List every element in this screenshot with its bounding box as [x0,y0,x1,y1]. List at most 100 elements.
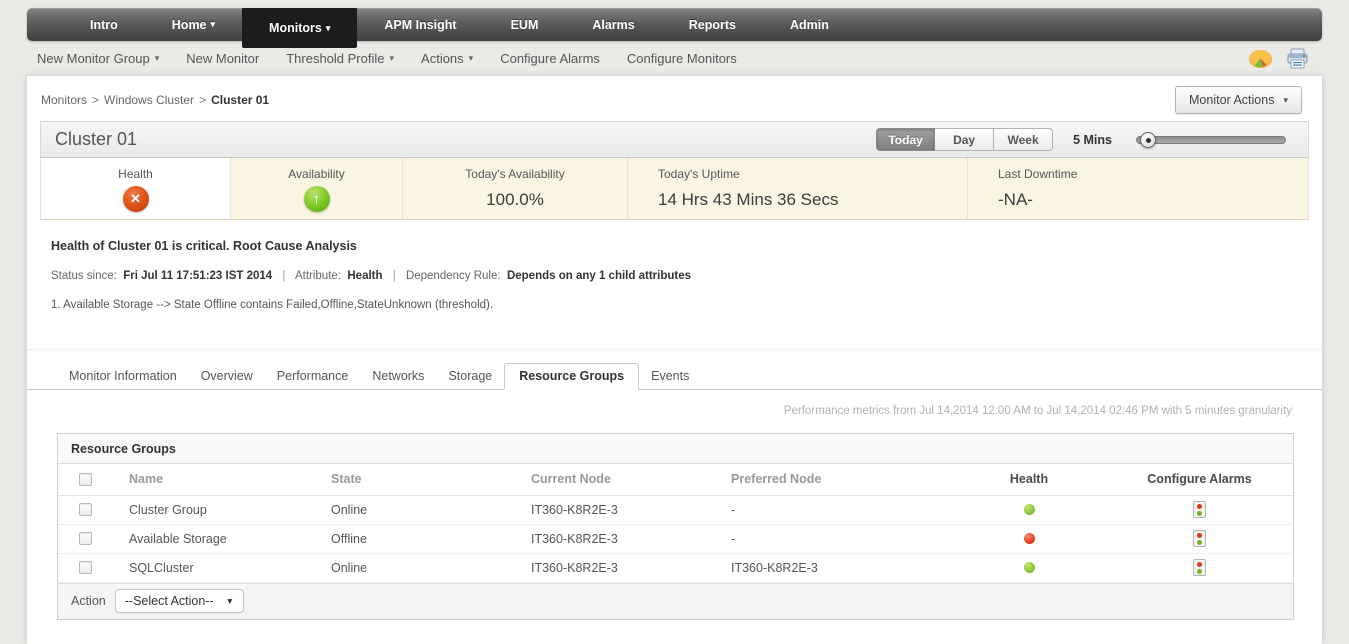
tool-item-label: Configure Monitors [626,51,737,66]
granularity-slider[interactable] [1136,131,1286,148]
monitor-actions-label: Monitor Actions [1189,93,1275,107]
separator: | [282,270,286,282]
stat-todays-availability: Today's Availability 100.0% [403,158,628,219]
row-checkbox[interactable] [79,532,92,545]
configure-alarms-link[interactable]: Configure Alarms [500,51,600,66]
new-monitor-link[interactable]: New Monitor [186,51,259,66]
dependency-rule-label: Dependency Rule: [405,270,501,282]
slider-handle[interactable] [1140,131,1156,148]
monitor-actions-button[interactable]: Monitor Actions ▾ [1175,86,1302,114]
period-button-day[interactable]: Day [935,128,995,151]
health-critical-icon [122,186,149,212]
cluster-header-bar: Cluster 01 Today Day Week 5 Mins [40,121,1309,158]
period-controls: Today Day Week 5 Mins [876,128,1294,151]
breadcrumb: Monitors > Windows Cluster > Cluster 01 [27,76,1322,107]
tab-monitor-information[interactable]: Monitor Information [57,364,189,389]
configure-alarms-icon[interactable] [1193,530,1206,547]
stat-value: 14 Hrs 43 Mins 36 Secs [658,190,839,209]
chevron-down-icon: ▾ [210,19,216,29]
tab-events[interactable]: Events [639,364,701,389]
row-checkbox[interactable] [79,561,92,574]
stat-availability[interactable]: Availability [231,158,403,219]
stat-label: Availability [288,167,345,181]
nav-item-reports[interactable]: Reports [662,8,763,41]
cell-state: Online [329,495,529,525]
nav-item-label: Reports [688,17,736,32]
tool-item-label: Threshold Profile [286,51,385,66]
breadcrumb-link-windows-cluster[interactable]: Windows Cluster [104,93,194,107]
new-monitor-group-menu[interactable]: New Monitor Group ▾ [37,51,159,66]
cell-current-node: IT360-K8R2E-3 [529,495,729,525]
table-row: SQLCluster Online IT360-K8R2E-3 IT360-K8… [58,553,1295,583]
configure-alarms-icon[interactable] [1193,501,1206,518]
row-checkbox[interactable] [79,503,92,516]
status-since-label: Status since: [51,270,117,282]
actions-menu[interactable]: Actions ▾ [421,51,473,66]
breadcrumb-link-monitors[interactable]: Monitors [41,93,87,107]
period-button-week[interactable]: Week [994,128,1054,151]
stat-health[interactable]: Health [41,158,231,219]
page-title: Cluster 01 [55,129,138,149]
stats-strip: Health Availability Today's Availability… [40,158,1309,220]
nav-item-intro[interactable]: Intro [63,8,145,41]
stat-last-downtime: Last Downtime -NA- [968,158,1308,219]
cell-name: SQLCluster [124,553,329,583]
tab-performance[interactable]: Performance [265,364,361,389]
nav-item-admin[interactable]: Admin [763,8,856,41]
stat-label: Today's Uptime [658,167,740,181]
cell-preferred-node: IT360-K8R2E-3 [729,553,954,583]
nav-item-label: Home [171,17,207,32]
granularity-label: 5 Mins [1073,132,1112,147]
nav-item-alarms[interactable]: Alarms [565,8,661,41]
chevron-down-icon: ▾ [154,53,160,63]
column-header-configure-alarms: Configure Alarms [1104,464,1295,496]
pie-chart-icon[interactable] [1248,49,1273,69]
table-row: Available Storage Offline IT360-K8R2E-3 … [58,524,1295,554]
performance-metrics-note: Performance metrics from Jul 14,2014 12:… [783,405,1292,417]
select-all-checkbox[interactable] [79,472,92,486]
caret-down-icon: ▼ [225,596,235,606]
breadcrumb-separator: > [199,93,207,107]
stat-label: Health [118,167,153,181]
top-right-icons [1248,48,1309,70]
tool-item-label: Actions [421,51,464,66]
health-status-dot [1023,562,1035,573]
cell-name: Available Storage [124,524,329,554]
table-row: Cluster Group Online IT360-K8R2E-3 - [58,495,1295,525]
tab-networks[interactable]: Networks [360,364,436,389]
attribute-value: Health [347,270,383,282]
tab-resource-groups[interactable]: Resource Groups [504,363,640,390]
dependency-rule-value: Depends on any 1 child attributes [506,270,691,282]
stat-label: Today's Availability [465,167,565,181]
breadcrumb-separator: > [92,93,100,107]
stat-value: 100.0% [486,190,544,209]
cell-current-node: IT360-K8R2E-3 [529,553,729,583]
nav-item-eum[interactable]: EUM [484,8,566,41]
nav-item-label: APM Insight [384,17,457,32]
nav-item-monitors[interactable]: Monitors ▾ [242,8,358,48]
period-button-today[interactable]: Today [876,128,936,151]
monitor-tabs: Monitor Information Overview Performance… [27,363,1322,390]
stat-label: Last Downtime [998,167,1078,181]
separator: | [392,270,396,282]
resource-groups-table: Name State Current Node Preferred Node H… [58,464,1295,583]
resource-groups-table-container: Resource Groups Name State Current Node … [57,433,1295,620]
nav-item-apm-insight[interactable]: APM Insight [357,8,483,41]
availability-up-icon [303,186,330,212]
configure-monitors-link[interactable]: Configure Monitors [627,51,737,66]
threshold-profile-menu[interactable]: Threshold Profile ▾ [286,51,394,66]
stat-value: -NA- [998,190,1033,209]
tab-storage[interactable]: Storage [436,364,504,389]
root-cause-analysis-section: Health of Cluster 01 is critical. Root C… [27,220,1322,350]
stat-todays-uptime: Today's Uptime 14 Hrs 43 Mins 36 Secs [628,158,968,219]
configure-alarms-icon[interactable] [1193,559,1206,576]
column-header-health: Health [954,464,1104,496]
action-select[interactable]: --Select Action-- ▼ [114,589,245,613]
cell-name: Cluster Group [124,495,329,525]
nav-item-home[interactable]: Home ▾ [145,8,242,41]
main-content-panel: Monitors > Windows Cluster > Cluster 01 Moni… [27,76,1322,644]
tab-overview[interactable]: Overview [189,364,265,389]
tool-item-label: Configure Alarms [500,51,600,66]
printer-icon[interactable] [1286,48,1309,70]
nav-item-label: Intro [90,17,118,32]
